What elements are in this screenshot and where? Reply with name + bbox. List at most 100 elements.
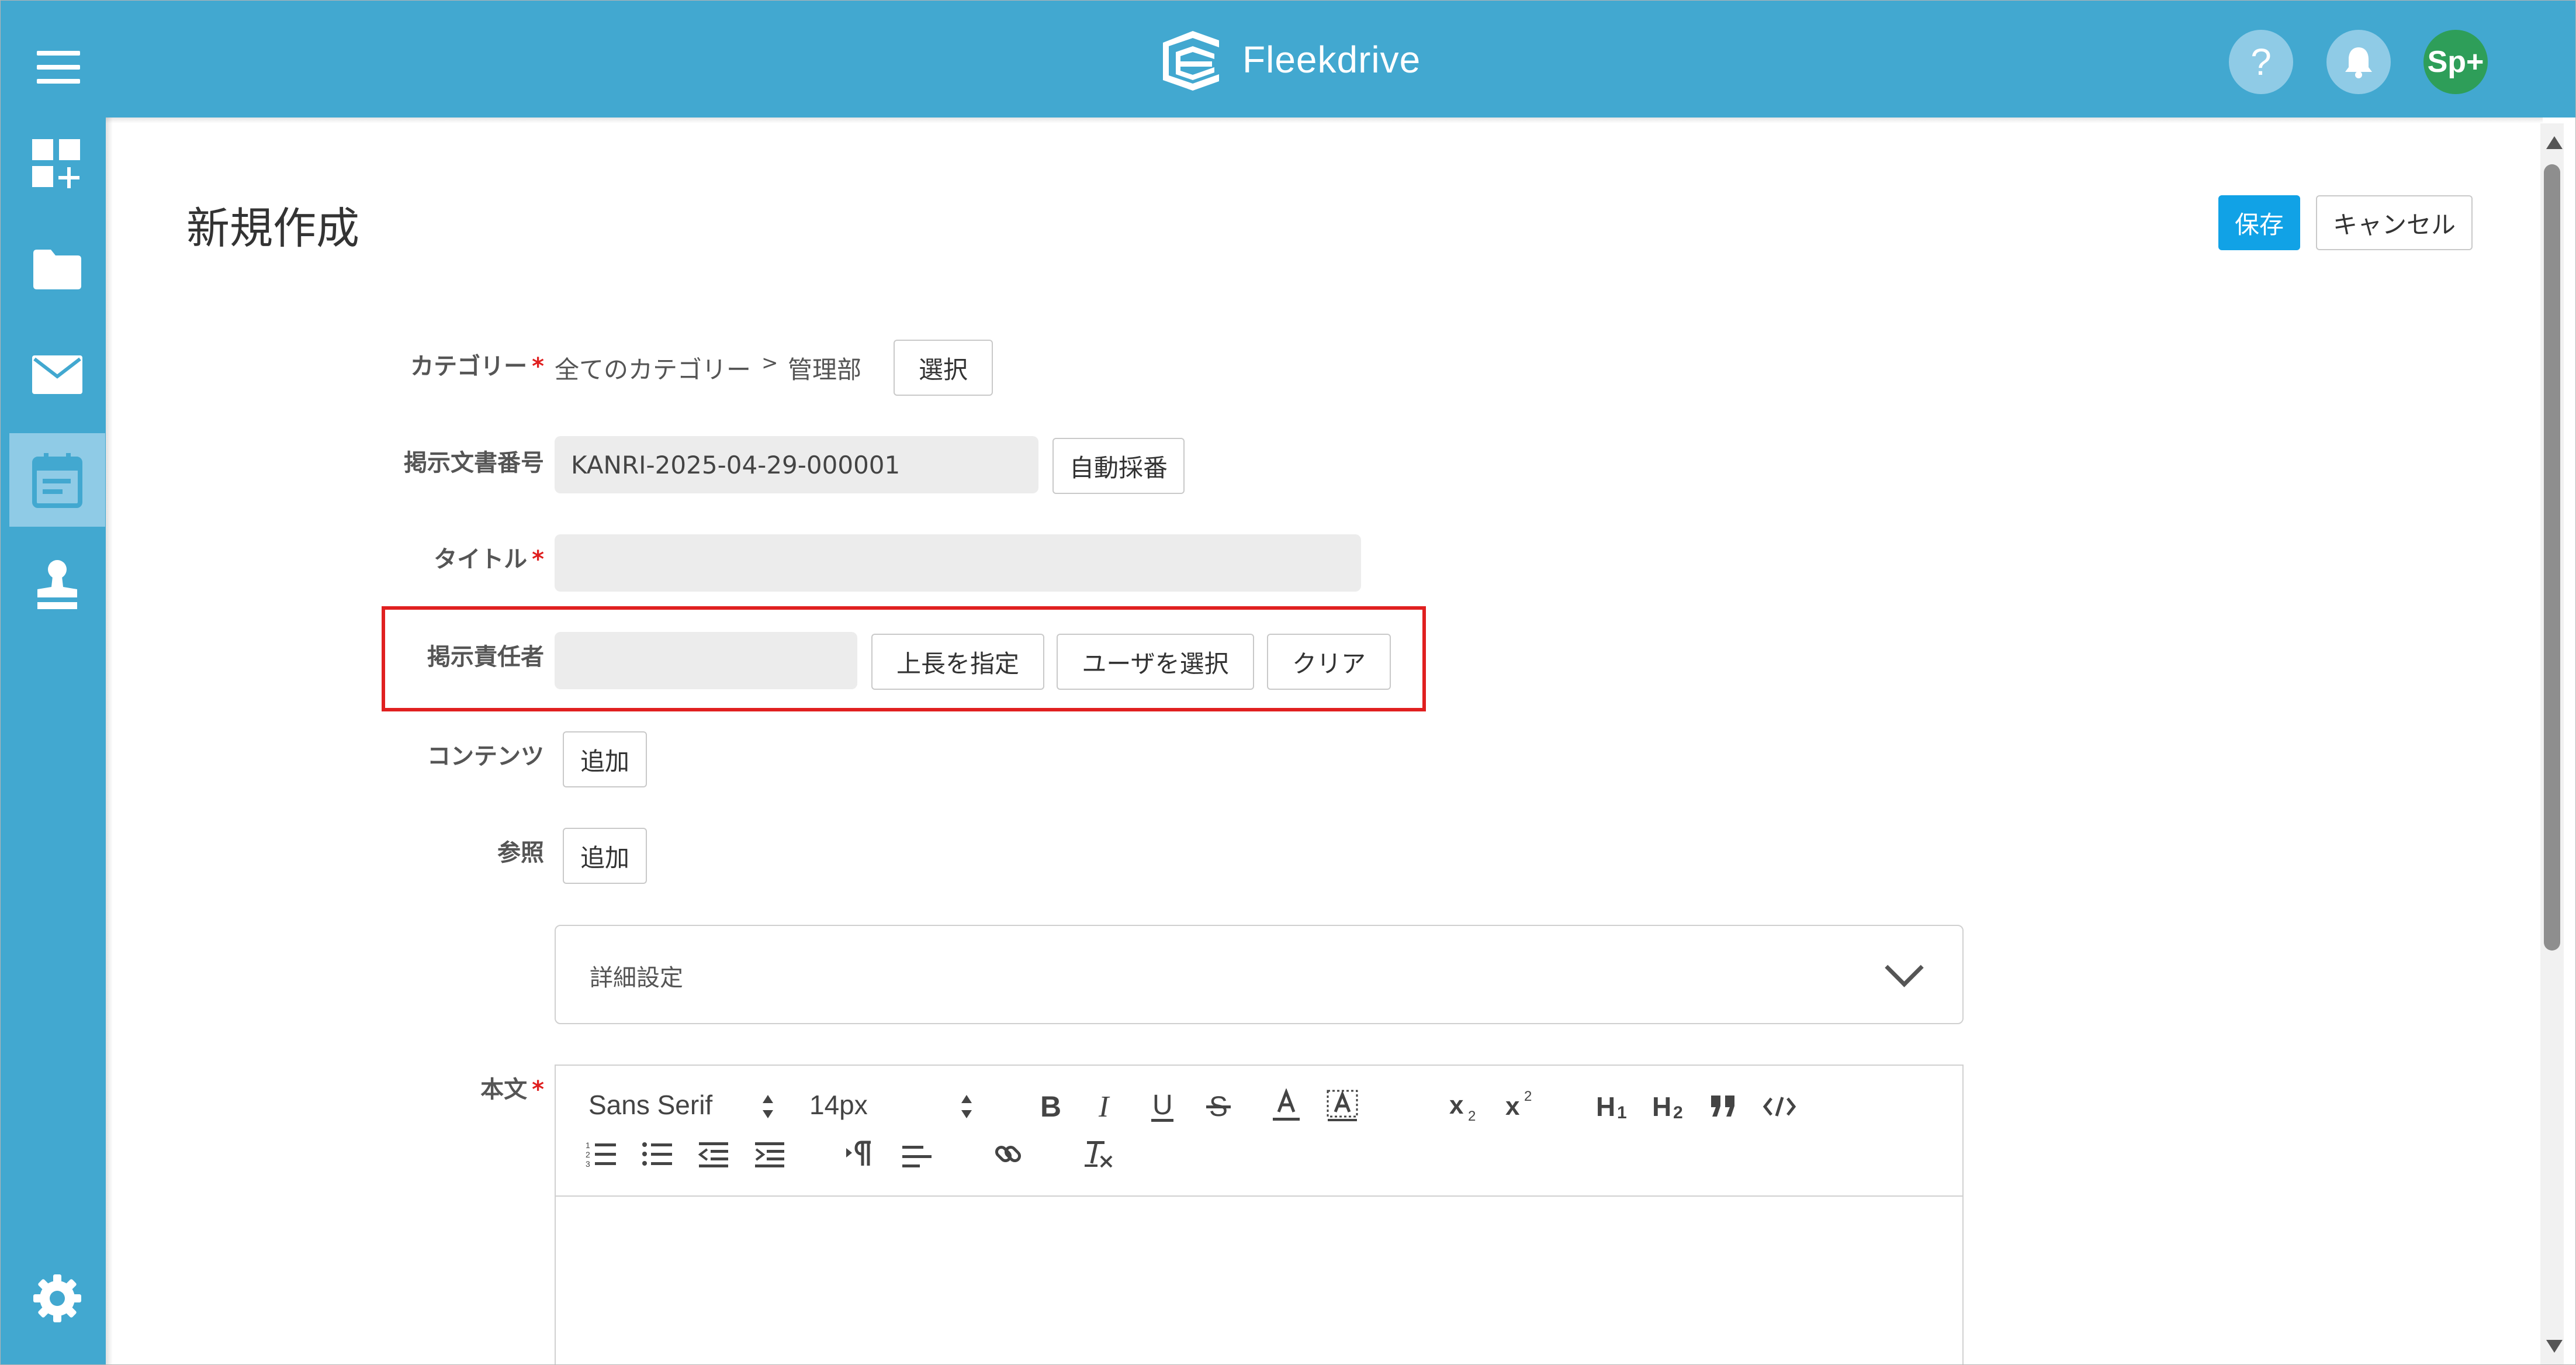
svg-text:x: x [1505,1092,1520,1121]
subscript-button[interactable]: x2 [1446,1089,1487,1126]
font-color-button[interactable] [1269,1087,1304,1125]
header-shadow [106,118,2543,123]
outdent-button[interactable] [696,1137,731,1172]
sidebar-item-mail[interactable] [9,328,105,421]
heading-2-icon: H2 [1652,1091,1683,1122]
bullet-list-icon [642,1142,672,1166]
doc-number-field[interactable]: KANRI-2025-04-29-000001 [555,436,1038,493]
vertical-scrollbar[interactable] [2540,123,2564,1364]
subscript-icon: x2 [1449,1091,1476,1124]
sidebar-item-dashboard[interactable] [9,118,105,211]
rich-text-editor: Sans Serif 14px B I U S x 2 x 2 H 1 H 2 … [555,1065,1964,1364]
bold-button[interactable]: B [1033,1089,1068,1123]
mail-icon [32,355,82,394]
title-label: タイトル * [434,546,544,573]
avatar-label: Sp+ [2427,45,2484,79]
font-family-value: Sans Serif [588,1090,713,1120]
svg-text:H: H [1652,1091,1671,1122]
category-path-root: 全てのカテゴリー [555,355,752,384]
auto-number-button[interactable]: 自動採番 [1052,438,1185,494]
gear-icon [33,1274,81,1322]
page-title: 新規作成 [186,203,359,254]
reference-add-button[interactable]: 追加 [563,828,647,884]
required-mark: * [532,353,544,380]
blockquote-icon [1711,1096,1734,1117]
text-direction-button[interactable] [843,1137,878,1172]
notification-button[interactable] [2326,30,2391,94]
indent-button[interactable] [752,1137,787,1172]
editor-content-area[interactable] [556,1197,1962,1364]
svg-text:2: 2 [1673,1103,1683,1122]
svg-text:H: H [1596,1091,1615,1122]
sidebar-item-folder[interactable] [9,223,105,316]
strikethrough-button[interactable]: S [1201,1089,1236,1123]
sidebar-item-bulletin[interactable] [9,433,105,527]
sidebar [1,118,106,1364]
bullet-list-button[interactable] [640,1137,675,1172]
align-button[interactable] [899,1139,934,1174]
background-color-icon [1327,1090,1358,1121]
heading-2-button[interactable]: H2 [1651,1089,1692,1124]
blockquote-button[interactable] [1706,1089,1741,1124]
specify-superior-button[interactable]: 上長を指定 [871,634,1044,690]
svg-text:3: 3 [586,1159,590,1169]
reference-label: 参照 [497,839,544,866]
svg-text:x: x [1449,1091,1464,1119]
underline-button[interactable]: U [1145,1089,1180,1125]
category-label: カテゴリー * [410,353,544,380]
contents-add-button[interactable]: 追加 [563,731,647,787]
ordered-list-button[interactable]: 123 [584,1137,619,1172]
category-path-leaf: 管理部 [788,355,862,384]
background-color-button[interactable] [1325,1087,1360,1125]
category-select-button[interactable]: 選択 [894,340,993,396]
clear-button[interactable]: クリア [1267,634,1391,690]
heading-1-icon: H1 [1596,1091,1627,1122]
clear-format-button[interactable] [1082,1137,1117,1172]
sidebar-shadow [106,118,113,1364]
font-size-value: 14px [809,1090,868,1120]
sidebar-item-settings[interactable] [9,1260,105,1336]
editor-toolbar: Sans Serif 14px B I U S x 2 x 2 H 1 H 2 … [556,1066,1962,1197]
scroll-up-arrow[interactable] [2546,136,2563,149]
cancel-button[interactable]: キャンセル [2316,195,2473,250]
superscript-button[interactable]: x2 [1502,1086,1543,1123]
svg-text:I: I [1098,1092,1110,1120]
svg-text:B: B [1040,1092,1061,1120]
app-window: Fleekdrive ? Sp+ 新規作成 保存 キャンセル カテゴリー * 全… [0,0,2576,1365]
outdent-icon [698,1142,728,1167]
avatar[interactable]: Sp+ [2423,30,2488,94]
title-input[interactable] [555,534,1361,592]
ordered-list-icon: 123 [586,1141,616,1169]
link-button[interactable] [991,1137,1026,1172]
scroll-thumb[interactable] [2544,164,2560,951]
chevron-down-icon [1885,948,1924,987]
help-button[interactable]: ? [2229,30,2293,94]
save-button[interactable]: 保存 [2218,195,2300,250]
select-user-button[interactable]: ユーザを選択 [1057,634,1254,690]
heading-1-button[interactable]: H1 [1595,1089,1636,1124]
strikethrough-icon: S [1206,1091,1231,1121]
contents-label: コンテンツ [427,743,544,770]
italic-button[interactable]: I [1089,1089,1124,1123]
underline-icon: U [1151,1091,1173,1122]
details-accordion[interactable]: 詳細設定 [555,925,1964,1024]
menu-icon[interactable] [37,51,80,84]
dashboard-add-icon [32,139,80,188]
stamp-icon [37,560,77,609]
sidebar-item-approval[interactable] [9,538,105,632]
svg-text:2: 2 [1468,1108,1476,1124]
code-button[interactable] [1762,1089,1797,1124]
scroll-down-arrow[interactable] [2546,1340,2563,1353]
required-mark: * [532,1076,544,1103]
font-size-select[interactable]: 14px [809,1088,868,1122]
responsible-field[interactable] [555,632,857,689]
code-icon [1763,1097,1796,1117]
link-icon [995,1145,1022,1163]
svg-text:2: 2 [586,1150,590,1159]
help-icon: ? [2250,41,2272,83]
calendar-icon [32,453,82,508]
font-family-select[interactable]: Sans Serif [588,1088,712,1122]
italic-icon: I [1098,1092,1110,1120]
required-mark: * [532,546,544,573]
details-label: 詳細設定 [590,965,683,991]
